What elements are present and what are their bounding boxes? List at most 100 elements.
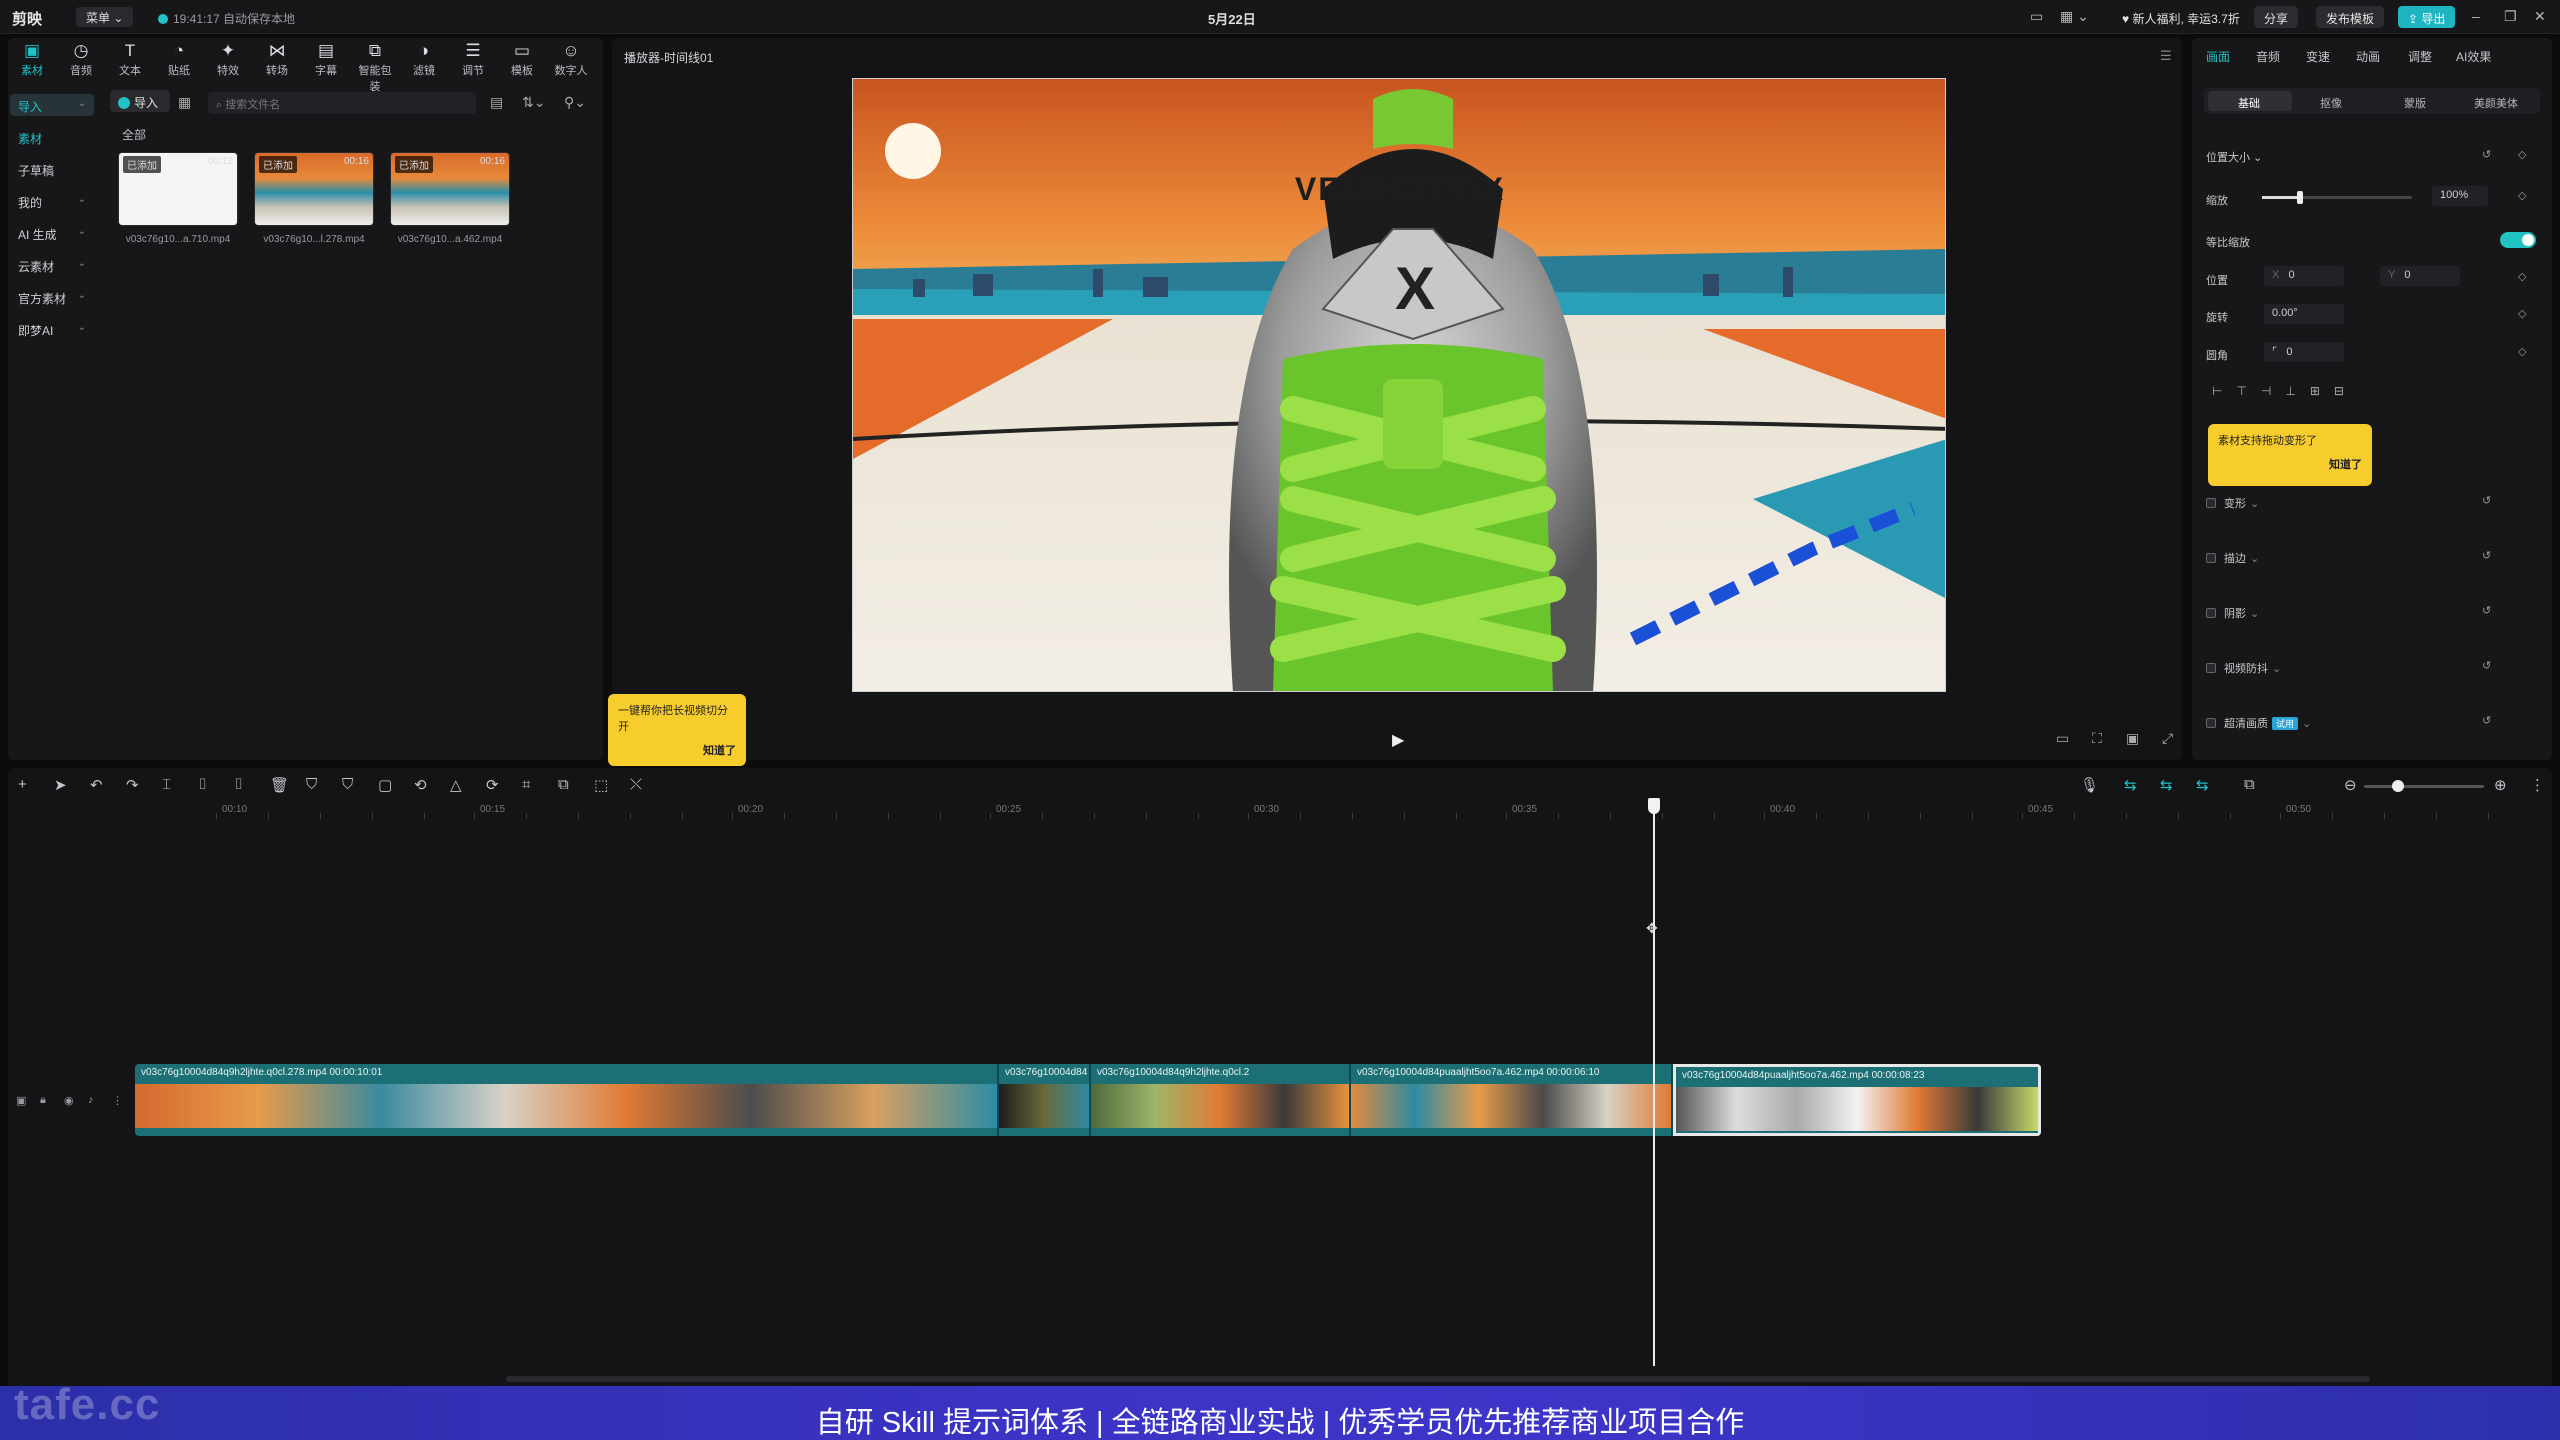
layout-icon[interactable]: ▭: [2030, 8, 2043, 25]
media-tool-text[interactable]: T 文本: [110, 40, 150, 78]
scale-slider-knob[interactable]: [2296, 191, 2303, 204]
rotate-input[interactable]: 0.00°: [2264, 304, 2344, 324]
crop-icon[interactable]: ⌗: [522, 776, 530, 793]
inspector-tab-1[interactable]: 音频: [2256, 48, 2280, 65]
media-thumb-2[interactable]: 已添加 00:16: [254, 152, 374, 226]
track-cover-icon[interactable]: ▣: [16, 1094, 26, 1107]
split-tip-ok-button[interactable]: 知道了: [618, 742, 736, 758]
subtab-1[interactable]: 抠像: [2320, 95, 2342, 111]
fit-track-icon[interactable]: ⧉: [2244, 776, 2255, 793]
inspector-tab-3[interactable]: 动画: [2356, 48, 2380, 65]
fullscreen-icon[interactable]: ⤢: [2162, 730, 2173, 747]
timeline-clip[interactable]: v03c76g10004d84: [999, 1064, 1091, 1136]
media-tool-media[interactable]: ▣ 素材: [12, 40, 52, 78]
track-visible-icon[interactable]: ◉: [64, 1094, 74, 1107]
more-icon[interactable]: ⋮: [2530, 776, 2545, 794]
sidebar-item-3[interactable]: 我的 ⌄: [10, 190, 94, 212]
position-keyframe-icon[interactable]: ◇: [2518, 270, 2526, 283]
cut-icon[interactable]: ⤬: [630, 776, 642, 793]
media-tool-sticker[interactable]: ◔ 贴纸: [159, 40, 199, 78]
view-mode-icon[interactable]: ▤: [490, 94, 503, 111]
rotate-keyframe-icon[interactable]: ◇: [2518, 307, 2526, 320]
subtab-0[interactable]: 基础: [2238, 95, 2260, 111]
split-left-icon[interactable]: ⌷: [198, 776, 207, 793]
subtab-3[interactable]: 美颜美体: [2474, 95, 2518, 111]
sidebar-item-4[interactable]: AI 生成 ⌄: [10, 222, 94, 244]
section-2[interactable]: 阴影 ⌄: [2206, 605, 2259, 621]
timeline-scrollbar[interactable]: [506, 1376, 2370, 1382]
minimize-icon[interactable]: –: [2472, 8, 2480, 24]
media-tool-template[interactable]: ▭ 模板: [502, 40, 542, 78]
section-4[interactable]: 超清画质 试用 ⌄: [2206, 715, 2311, 731]
media-thumb-3[interactable]: 已添加 00:16: [390, 152, 510, 226]
media-tool-effects[interactable]: ✦ 特效: [208, 40, 248, 78]
section-reset-icon[interactable]: ↺: [2482, 659, 2491, 672]
sidebar-item-1[interactable]: 素材: [10, 126, 94, 148]
media-tool-smart-pack[interactable]: ⧉ 智能包装: [355, 40, 395, 94]
align-toolbar[interactable]: ⊢⊤⊣⊥⊞⊟: [2212, 384, 2358, 398]
inspector-tab-5[interactable]: AI效果: [2456, 48, 2491, 65]
media-tool-avatar[interactable]: ☺ 数字人: [551, 40, 591, 78]
promo-link[interactable]: ♥ 新人福利, 幸运3.7折: [2112, 6, 2250, 28]
ratio-icon[interactable]: ▭: [2056, 730, 2069, 747]
media-tool-audio[interactable]: ◷ 音频: [61, 40, 101, 78]
media-tool-adjust[interactable]: ☰ 调节: [453, 40, 493, 78]
mic-icon[interactable]: 🎙︎: [2080, 776, 2099, 794]
quality-icon[interactable]: ▣: [2126, 730, 2139, 747]
section-checkbox[interactable]: [2206, 608, 2216, 618]
timeline-clip[interactable]: v03c76g10004d84q9h2ljhte.q0cl.2: [1091, 1064, 1351, 1136]
transform-tip-ok-button[interactable]: 知道了: [2218, 456, 2362, 472]
share-button[interactable]: 分享: [2254, 6, 2299, 28]
sidebar-item-2[interactable]: 子草稿: [10, 158, 94, 180]
video-preview[interactable]: X VELOCITY-X: [852, 78, 1946, 692]
timeline-clip[interactable]: v03c76g10004d84q9h2ljhte.q0cl.278.mp4 00…: [135, 1064, 999, 1136]
track-menu-icon[interactable]: ⋮: [112, 1094, 123, 1107]
keyframe-icon[interactable]: ◇: [2518, 148, 2526, 161]
freeze-icon[interactable]: ▢: [378, 776, 392, 794]
inspector-tab-4[interactable]: 调整: [2408, 48, 2432, 65]
marker-icon[interactable]: ⛉: [306, 776, 317, 793]
reverse-icon[interactable]: ⟲: [414, 776, 427, 794]
section-checkbox[interactable]: [2206, 663, 2216, 673]
auto-edit-icon[interactable]: ⧉: [558, 776, 569, 793]
track-mute-icon[interactable]: ♪: [88, 1094, 94, 1106]
search-input[interactable]: ⌕ 搜索文件名: [208, 92, 476, 114]
undo-icon[interactable]: ↶: [90, 776, 103, 794]
timeline-clip[interactable]: v03c76g10004d84puaaljht5oo7a.462.mp4 00:…: [1673, 1064, 2041, 1136]
timeline-clip[interactable]: v03c76g10004d84puaaljht5oo7a.462.mp4 00:…: [1351, 1064, 1673, 1136]
subtab-2[interactable]: 蒙版: [2404, 95, 2426, 111]
media-tool-filter[interactable]: ◑ 滤镜: [404, 40, 444, 78]
corner-input[interactable]: ⌜ 0: [2264, 342, 2344, 362]
layout-switch-icon[interactable]: ▦ ⌄: [2060, 8, 2089, 25]
import-button[interactable]: 导入: [110, 90, 170, 112]
section-reset-icon[interactable]: ↺: [2482, 604, 2491, 617]
sort-icon[interactable]: ⇅⌄: [522, 94, 545, 111]
zoom-out-icon[interactable]: ⊖: [2344, 776, 2357, 794]
smart-split-icon[interactable]: ⬚: [594, 776, 608, 794]
rotate-icon[interactable]: ⟳: [486, 776, 499, 794]
media-tool-subtitle[interactable]: ▤ 字幕: [306, 40, 346, 78]
position-x-input[interactable]: X 0: [2264, 266, 2344, 286]
add-icon[interactable]: +: [18, 776, 27, 793]
uniform-scale-toggle[interactable]: [2500, 232, 2536, 248]
sidebar-item-6[interactable]: 官方素材 ⌄: [10, 286, 94, 308]
mirror-icon[interactable]: △: [450, 776, 462, 794]
fit-icon[interactable]: ⛶: [2092, 730, 2102, 747]
link-icon[interactable]: ⇆: [2124, 776, 2137, 794]
select-icon[interactable]: ➤: [54, 776, 67, 794]
playhead-handle[interactable]: [1648, 798, 1660, 814]
section-reset-icon[interactable]: ↺: [2482, 494, 2491, 507]
section-checkbox[interactable]: [2206, 553, 2216, 563]
shield-icon[interactable]: ⛉: [342, 776, 353, 793]
section-0[interactable]: 变形 ⌄: [2206, 495, 2259, 511]
section-reset-icon[interactable]: ↺: [2482, 714, 2491, 727]
zoom-slider[interactable]: [2364, 780, 2484, 792]
delete-icon[interactable]: 🗑︎: [270, 776, 289, 794]
scale-input[interactable]: 100%: [2432, 186, 2488, 206]
preview-axis-icon[interactable]: ⇆: [2196, 776, 2209, 794]
redo-icon[interactable]: ↷: [126, 776, 139, 794]
menu-button[interactable]: 菜单 ⌄: [76, 7, 134, 27]
section-3[interactable]: 视频防抖 ⌄: [2206, 660, 2281, 676]
scale-keyframe-icon[interactable]: ◇: [2518, 189, 2526, 202]
player-menu-icon[interactable]: ☰: [2160, 48, 2172, 64]
